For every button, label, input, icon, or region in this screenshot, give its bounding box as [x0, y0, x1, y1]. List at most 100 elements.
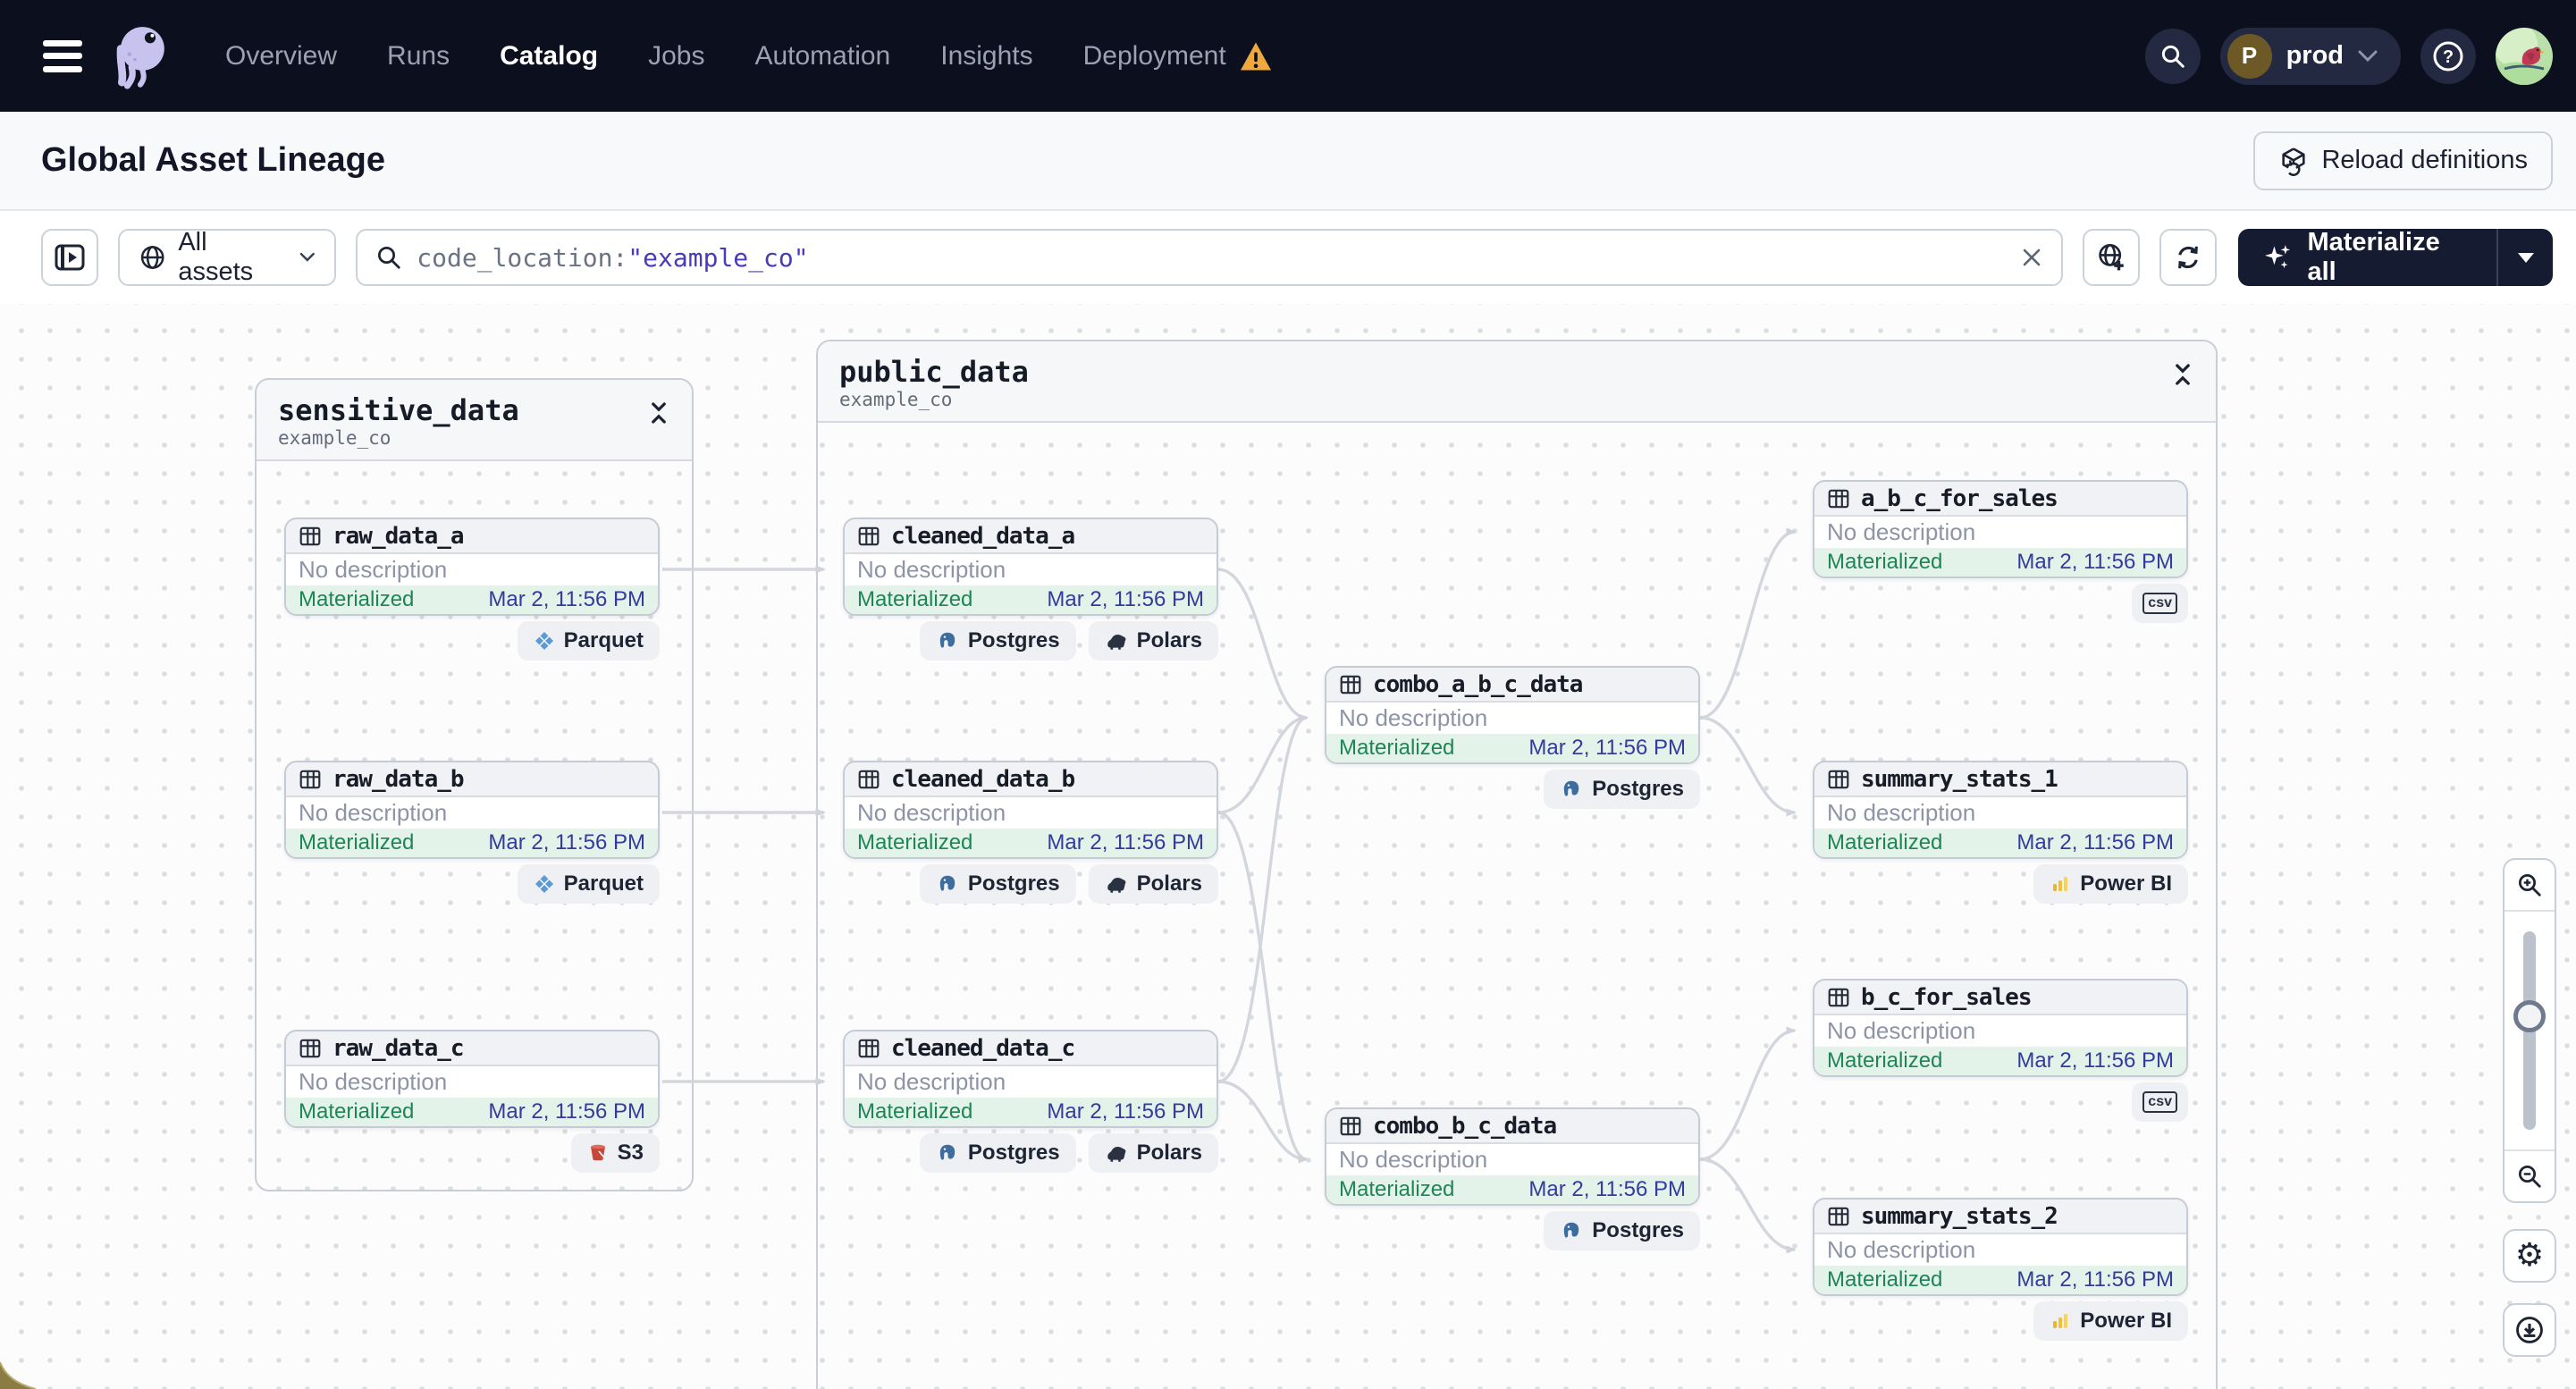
- asset-name: a_b_c_for_sales: [1861, 484, 2058, 512]
- materialize-options-dropdown[interactable]: [2498, 229, 2553, 286]
- zoom-slider-thumb[interactable]: [2513, 1000, 2546, 1033]
- asset-node-cleaned-data-c[interactable]: cleaned_data_c No description Materializ…: [843, 1030, 1218, 1128]
- help-button[interactable]: ?: [2420, 28, 2476, 84]
- asset-name: summary_stats_2: [1861, 1202, 2058, 1230]
- graph-settings-button[interactable]: ⚙: [2503, 1229, 2556, 1283]
- status-badge: Materialized: [1827, 1048, 1943, 1073]
- postgres-icon: [1564, 1222, 1579, 1238]
- nav-item-catalog[interactable]: Catalog: [500, 41, 598, 72]
- asset-name: cleaned_data_a: [891, 522, 1075, 550]
- materialization-timestamp: Mar 2, 11:56 PM: [1528, 1177, 1686, 1201]
- hamburger-menu-icon[interactable]: [43, 39, 82, 72]
- group-title: public_data: [839, 355, 1029, 389]
- asset-name: raw_data_c: [333, 1034, 465, 1062]
- materialization-timestamp: Mar 2, 11:56 PM: [488, 1099, 645, 1124]
- postgres-icon: [939, 875, 955, 891]
- asset-node-raw-data-b[interactable]: raw_data_b No description Materialized Ma…: [284, 761, 660, 859]
- nav-item-runs[interactable]: Runs: [387, 41, 450, 72]
- powerbi-icon: [2053, 877, 2068, 891]
- kind-tag-s3[interactable]: S3: [570, 1133, 660, 1173]
- kind-tag-polars[interactable]: Polars: [1088, 864, 1218, 904]
- environment-switcher[interactable]: P prod: [2219, 27, 2401, 85]
- tag-label: S3: [617, 1141, 644, 1165]
- zoom-in-button[interactable]: [2504, 860, 2555, 910]
- search-query-key: code_location:: [417, 242, 628, 273]
- tag-label: Postgres: [967, 1141, 1060, 1165]
- asset-description: No description: [857, 556, 1006, 583]
- asset-node-summary-stats-1[interactable]: summary_stats_1 No description Materiali…: [1813, 761, 2188, 859]
- asset-node-raw-data-c[interactable]: raw_data_c No description Materialized Ma…: [284, 1030, 660, 1128]
- refresh-graph-button[interactable]: [2159, 229, 2218, 286]
- table-icon: [299, 526, 321, 545]
- kind-tag-polars[interactable]: Polars: [1088, 621, 1218, 661]
- status-badge: Materialized: [299, 1099, 415, 1124]
- table-icon: [1340, 675, 1361, 694]
- clear-search-button[interactable]: [2020, 246, 2043, 269]
- nav-item-deployment[interactable]: Deployment: [1083, 41, 1226, 72]
- asset-node-b-c-for-sales[interactable]: b_c_for_sales No description Materialize…: [1813, 979, 2188, 1077]
- materialization-timestamp: Mar 2, 11:56 PM: [1047, 1099, 1204, 1124]
- materialization-timestamp: Mar 2, 11:56 PM: [1047, 830, 1204, 854]
- status-badge: Materialized: [299, 830, 415, 854]
- asset-node-a-b-c-for-sales[interactable]: a_b_c_for_sales No description Materiali…: [1813, 480, 2188, 578]
- kind-tag-polars[interactable]: Polars: [1088, 1133, 1218, 1173]
- collapse-group-button[interactable]: [2171, 356, 2194, 410]
- kind-tag-postgres[interactable]: Postgres: [1544, 1211, 1700, 1250]
- status-badge: Materialized: [1339, 1177, 1455, 1201]
- status-badge: Materialized: [857, 587, 973, 611]
- tag-label: Postgres: [1592, 777, 1684, 801]
- asset-search-input[interactable]: code_location: "example_co": [356, 229, 2064, 286]
- tag-label: Polars: [1136, 628, 1202, 652]
- asset-description: No description: [299, 1068, 448, 1095]
- download-image-button[interactable]: [2503, 1303, 2556, 1357]
- zoom-slider[interactable]: [2504, 912, 2555, 1149]
- kind-tag-postgres[interactable]: Postgres: [919, 1133, 1076, 1173]
- global-search-button[interactable]: [2144, 28, 2201, 84]
- kind-tag-postgres[interactable]: Postgres: [1544, 770, 1700, 809]
- kind-tag-parquet[interactable]: Parquet: [517, 864, 660, 904]
- nav-item-automation[interactable]: Automation: [754, 41, 890, 72]
- polars-bear-icon: [1107, 877, 1126, 893]
- nav-item-insights[interactable]: Insights: [940, 41, 1032, 72]
- s3-bucket-icon: [590, 1144, 605, 1161]
- kind-tag-postgres[interactable]: Postgres: [919, 621, 1076, 661]
- new-asset-filter-button[interactable]: [2083, 229, 2141, 286]
- materialize-all-label: Materialize all: [2307, 228, 2440, 286]
- tag-label: Polars: [1136, 1141, 1202, 1165]
- toggle-sidebar-button[interactable]: [41, 229, 98, 286]
- nav-item-overview[interactable]: Overview: [225, 41, 337, 72]
- close-icon: [2023, 248, 2041, 266]
- collapse-group-button[interactable]: [647, 394, 670, 449]
- kind-tag-parquet[interactable]: Parquet: [517, 621, 660, 661]
- kind-tag-csv[interactable]: csv: [2132, 584, 2188, 623]
- asset-node-combo-a-b-c-data[interactable]: combo_a_b_c_data No description Material…: [1325, 666, 1700, 764]
- zoom-out-button[interactable]: [2504, 1151, 2555, 1201]
- materialization-timestamp: Mar 2, 11:56 PM: [488, 587, 645, 611]
- nav-item-jobs[interactable]: Jobs: [648, 41, 704, 72]
- zoom-in-icon: [2519, 874, 2541, 897]
- materialization-timestamp: Mar 2, 11:56 PM: [2016, 830, 2174, 854]
- asset-scope-label: All assets: [178, 228, 254, 286]
- kind-tag-csv[interactable]: csv: [2132, 1082, 2188, 1122]
- user-avatar[interactable]: [2496, 27, 2553, 85]
- table-icon: [299, 770, 321, 788]
- kind-tag-postgres[interactable]: Postgres: [919, 864, 1076, 904]
- asset-scope-dropdown[interactable]: All assets: [118, 228, 337, 286]
- asset-node-combo-b-c-data[interactable]: combo_b_c_data No description Materializ…: [1325, 1107, 1700, 1206]
- asset-node-summary-stats-2[interactable]: summary_stats_2 No description Materiali…: [1813, 1198, 2188, 1296]
- lineage-canvas[interactable]: sensitive_data example_co public_data ex…: [0, 304, 2576, 1389]
- asset-node-cleaned-data-a[interactable]: cleaned_data_a No description Materializ…: [843, 518, 1218, 616]
- materialization-timestamp: Mar 2, 11:56 PM: [1528, 736, 1686, 760]
- asset-node-cleaned-data-b[interactable]: cleaned_data_b No description Materializ…: [843, 761, 1218, 859]
- asset-name: cleaned_data_c: [891, 1034, 1075, 1062]
- status-badge: Materialized: [1827, 550, 1943, 574]
- group-title: sensitive_data: [278, 393, 519, 427]
- polars-bear-icon: [1107, 1146, 1126, 1162]
- tag-label: Parquet: [563, 871, 644, 896]
- kind-tag-powerbi[interactable]: Power BI: [2033, 1301, 2188, 1341]
- materialize-all-button[interactable]: Materialize all: [2238, 228, 2553, 286]
- asset-name: summary_stats_1: [1861, 765, 2058, 793]
- kind-tag-powerbi[interactable]: Power BI: [2033, 864, 2188, 904]
- reload-definitions-button[interactable]: Reload definitions: [2253, 130, 2553, 190]
- asset-node-raw-data-a[interactable]: raw_data_a No description Materialized Ma…: [284, 518, 660, 616]
